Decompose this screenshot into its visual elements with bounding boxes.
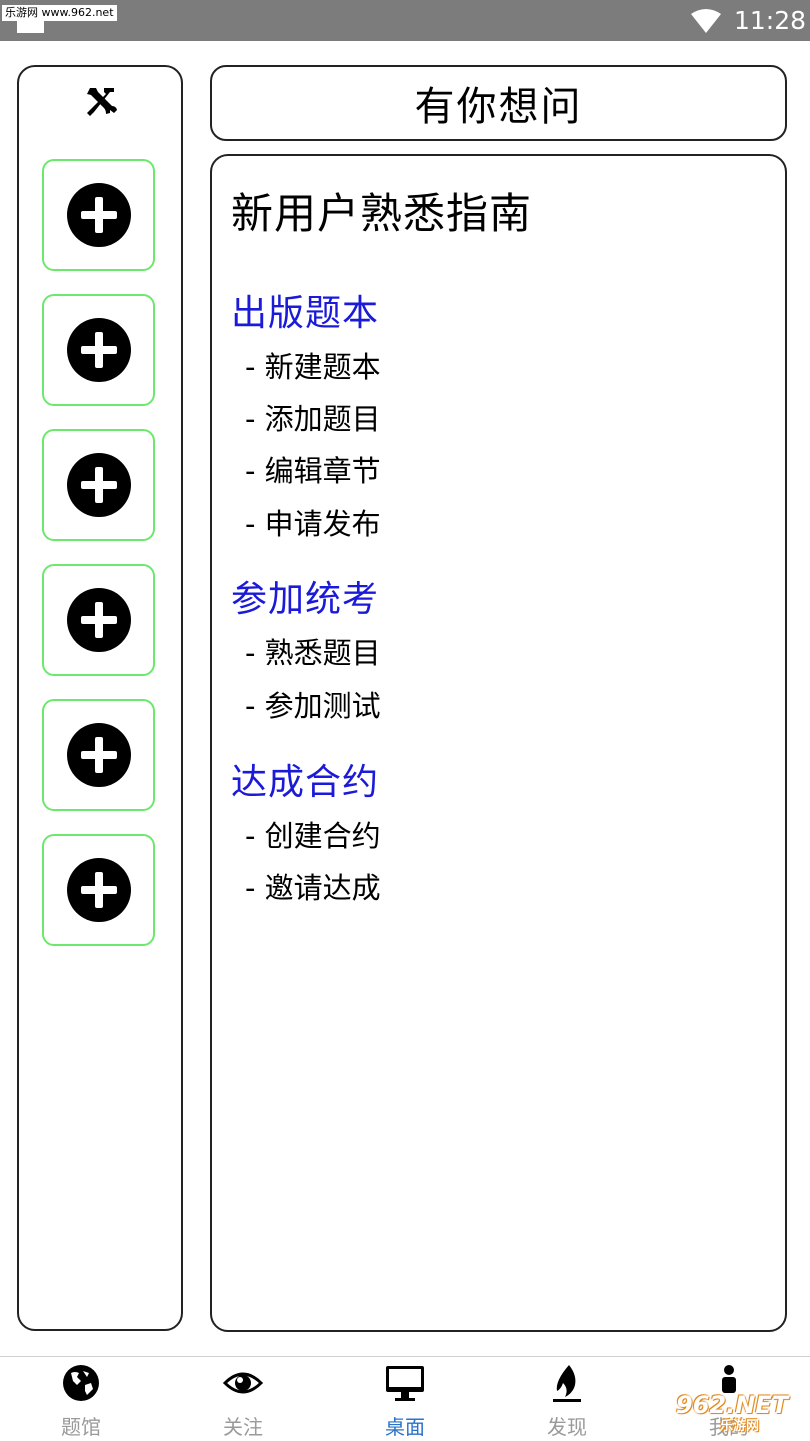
plus-circle-icon xyxy=(67,453,131,517)
tool-panel xyxy=(17,65,183,1331)
add-slot-button[interactable] xyxy=(42,564,155,676)
ask-title-button[interactable]: 有你想问 xyxy=(210,65,787,141)
plus-circle-icon xyxy=(67,723,131,787)
tab-label: 桌面 xyxy=(385,1415,425,1439)
tab-library[interactable]: 题馆 xyxy=(0,1357,162,1441)
guide-item[interactable]: - 编辑章节 xyxy=(245,448,381,490)
eye-icon xyxy=(223,1372,263,1394)
wifi-icon xyxy=(691,9,721,33)
guide-item[interactable]: - 新建题本 xyxy=(245,344,381,386)
guide-item[interactable]: - 邀请达成 xyxy=(245,865,381,907)
tab-label: 发现 xyxy=(547,1415,587,1439)
status-bar: 乐游网 www.962.net 11:28 xyxy=(0,0,810,41)
add-slot-button[interactable] xyxy=(42,159,155,271)
add-slot-button[interactable] xyxy=(42,699,155,811)
status-time: 11:28 xyxy=(734,6,807,35)
globe-icon xyxy=(63,1365,99,1401)
add-slot-button[interactable] xyxy=(42,294,155,406)
watermark-sub-text: 乐游网 xyxy=(720,1419,760,1434)
tab-label: 关注 xyxy=(223,1415,263,1439)
section-title-exam[interactable]: 参加统考 xyxy=(231,570,379,622)
site-watermark-logo: 962.NET 乐游网 xyxy=(676,1391,804,1434)
plus-circle-icon xyxy=(67,183,131,247)
tab-follow[interactable]: 关注 xyxy=(162,1357,324,1441)
notification-icon xyxy=(17,21,44,33)
guide-title: 新用户熟悉指南 xyxy=(231,189,533,238)
guide-item[interactable]: - 参加测试 xyxy=(245,683,381,725)
add-slot-button[interactable] xyxy=(42,834,155,946)
guide-item[interactable]: - 创建合约 xyxy=(245,813,381,855)
plus-circle-icon xyxy=(67,588,131,652)
guide-item[interactable]: - 添加题目 xyxy=(245,396,381,438)
plus-circle-icon xyxy=(67,318,131,382)
guide-item[interactable]: - 熟悉题目 xyxy=(245,630,381,672)
guide-item[interactable]: - 申请发布 xyxy=(245,501,381,543)
watermark-logo-text: 962.NET xyxy=(676,1391,789,1419)
monitor-icon xyxy=(386,1366,424,1401)
status-watermark: 乐游网 www.962.net xyxy=(2,5,117,21)
tools-icon[interactable] xyxy=(82,82,122,122)
section-title-publish[interactable]: 出版题本 xyxy=(231,284,379,336)
add-slot-button[interactable] xyxy=(42,429,155,541)
flame-icon xyxy=(553,1365,581,1402)
page-title: 有你想问 xyxy=(414,84,583,130)
guide-panel: 新用户熟悉指南 出版题本 - 新建题本 - 添加题目 - 编辑章节 - 申请发布… xyxy=(210,154,787,1332)
plus-circle-icon xyxy=(67,858,131,922)
section-title-contract[interactable]: 达成合约 xyxy=(231,753,379,805)
tab-label: 题馆 xyxy=(61,1415,101,1439)
tab-desktop[interactable]: 桌面 xyxy=(324,1357,486,1441)
tab-discover[interactable]: 发现 xyxy=(486,1357,648,1441)
